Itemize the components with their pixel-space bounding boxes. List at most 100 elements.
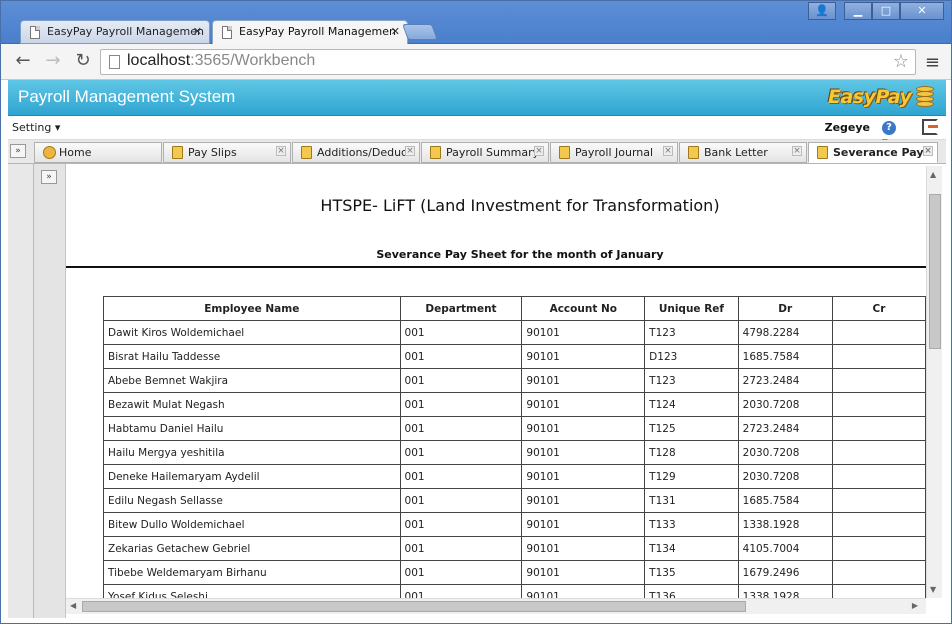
table-cell: Bisrat Hailu Taddesse [103,344,401,369]
close-tab-icon[interactable]: × [405,146,415,156]
folder-icon [301,146,312,159]
column-header: Department [399,296,523,321]
scroll-thumb[interactable] [82,601,746,612]
horizontal-scrollbar[interactable]: ◀ ▶ [66,598,926,614]
table-cell: Edilu Negash Sellasse [103,488,401,513]
table-cell: T136 [644,584,739,598]
table-cell: Bezawit Mulat Negash [103,392,401,417]
table-cell: T133 [644,512,739,537]
close-tab-icon[interactable]: × [663,146,673,156]
column-header: Unique Ref [644,296,739,321]
scroll-down-icon[interactable]: ▼ [930,585,936,594]
table-cell: 001 [399,488,523,513]
table-cell [831,560,926,585]
report-viewer[interactable]: HTSPE- LiFT (Land Investment for Transfo… [66,166,926,598]
coins-icon [914,86,936,110]
table-row: Bitew Dullo Woldemichael 001 90101 T133 1338… [103,512,926,537]
browser-tab-2[interactable]: EasyPay Payroll Managemen ✕ [212,20,408,45]
table-cell: 2723.2484 [737,416,833,441]
close-tab-icon[interactable]: × [534,146,544,156]
help-menu[interactable]: ? ▾ [882,120,904,148]
browser-tab-1[interactable]: EasyPay Payroll Managemen ✕ [20,20,210,44]
folder-icon [559,146,570,159]
table-cell [831,440,926,465]
vertical-scrollbar[interactable]: ▲ ▼ [926,166,942,598]
table-cell: Deneke Hailemaryam Aydelil [103,464,401,489]
browser-menu-icon[interactable]: ≡ [925,52,940,73]
column-header: Employee Name [103,296,401,321]
tab-home[interactable]: Home [34,142,162,163]
table-cell: 4105.7004 [737,536,833,561]
table-cell: 90101 [521,488,646,513]
new-tab-button[interactable] [402,24,438,40]
expand-panel-icon[interactable]: » [41,170,57,184]
table-cell: 90101 [521,560,646,585]
browser-toolbar: ← → ↻ localhost:3565/Workbench ☆ ≡ [0,44,952,80]
url-text[interactable]: localhost:3565/Workbench [127,52,315,70]
back-icon[interactable]: ← [12,51,34,73]
user-bar: Setting ▾ Zegeye ? ▾ [8,116,946,148]
scroll-right-icon[interactable]: ▶ [912,601,918,610]
table-cell [831,392,926,417]
table-row: Tibebe Weldemaryam Birhanu 001 90101 T135 16… [103,560,926,585]
address-bar[interactable]: localhost:3565/Workbench ☆ [100,49,916,75]
close-tab-icon[interactable]: × [276,146,286,156]
table-cell: 1338.1928 [737,584,833,598]
table-cell: 2030.7208 [737,440,833,465]
table-row: Abebe Bemnet Wakjira 001 90101 T123 2723.248… [103,368,926,393]
table-row: Habtamu Daniel Hailu 001 90101 T125 2723.248… [103,416,926,441]
scroll-up-icon[interactable]: ▲ [930,170,936,179]
tab-bank-letter[interactable]: Bank Letter × [679,142,807,163]
tab-payroll-summary[interactable]: Payroll Summary × [421,142,549,163]
tab-payroll-journal[interactable]: Payroll Journal × [550,142,678,163]
table-row: Bisrat Hailu Taddesse 001 90101 D123 1685.75… [103,344,926,369]
user-profile-icon[interactable]: 👤 [808,2,836,20]
coins-icon [43,146,56,159]
table-cell: 1685.7584 [737,344,833,369]
close-icon[interactable]: ✕ [391,25,400,38]
reload-icon[interactable]: ↻ [72,51,94,73]
setting-menu[interactable]: Setting ▾ [12,121,60,134]
scroll-left-icon[interactable]: ◀ [70,601,76,610]
table-cell: Dawit Kiros Woldemichael [103,320,401,345]
easypay-logo: EasyPay [828,84,936,112]
bookmark-star-icon[interactable]: ☆ [893,51,909,72]
table-cell: Tibebe Weldemaryam Birhanu [103,560,401,585]
table-row: Zekarias Getachew Gebriel 001 90101 T134 410… [103,536,926,561]
tab-additions-deductions[interactable]: Additions/Deduct × [292,142,420,163]
table-cell: Zekarias Getachew Gebriel [103,536,401,561]
folder-icon [688,146,699,159]
table-cell: 001 [399,464,523,489]
table-cell: D123 [644,344,739,369]
table-cell [831,344,926,369]
page-icon [109,55,120,69]
table-cell: 001 [399,440,523,465]
table-cell: T123 [644,320,739,345]
table-cell: 90101 [521,464,646,489]
tab-severance-pay[interactable]: Severance Pay × [808,142,938,163]
severance-pay-table: Employee Name Department Account No Uniq… [103,296,926,598]
browser-tab-title: EasyPay Payroll Managemen [239,25,396,38]
expand-sidebar-icon[interactable]: » [10,144,26,158]
table-cell: 4798.2284 [737,320,833,345]
close-icon[interactable]: ✕ [193,25,202,38]
table-cell: 90101 [521,584,646,598]
table-cell: 001 [399,368,523,393]
table-cell: 1685.7584 [737,488,833,513]
tab-pay-slips[interactable]: Pay Slips × [163,142,291,163]
table-cell: 001 [399,392,523,417]
table-cell: 90101 [521,392,646,417]
table-cell: T123 [644,368,739,393]
folder-icon [172,146,183,159]
scroll-thumb[interactable] [929,194,941,349]
window-close-icon[interactable]: ✕ [900,2,944,20]
close-tab-icon[interactable]: × [923,146,933,156]
forward-icon[interactable]: → [42,51,64,73]
table-cell: Habtamu Daniel Hailu [103,416,401,441]
folder-icon [817,146,828,159]
maximize-icon[interactable]: □ [872,2,900,20]
minimize-icon[interactable]: ▁ [844,2,872,20]
logout-icon[interactable] [922,119,938,135]
close-tab-icon[interactable]: × [792,146,802,156]
user-name: Zegeye [824,121,870,134]
